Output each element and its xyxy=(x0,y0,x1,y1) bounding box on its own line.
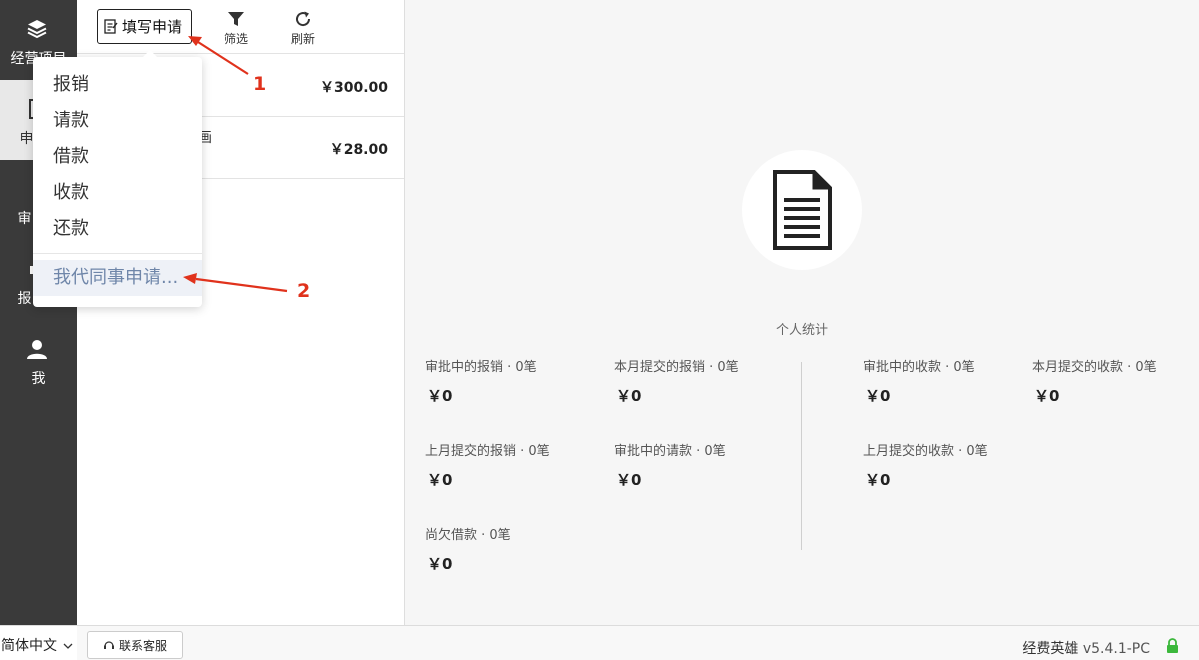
stat-item: 本月提交的报销 · 0笔 ￥0 xyxy=(614,356,784,406)
stat-label: 审批中的请款 · 0笔 xyxy=(614,444,726,459)
stats-divider xyxy=(801,362,802,550)
stat-value: ￥0 xyxy=(616,471,642,489)
app-version: 经费英雄 v5.4.1-PC xyxy=(1022,638,1150,658)
personal-stats-panel: 个人统计 审批中的报销 · 0笔 ￥0 本月提交的报销 · 0笔 ￥0 上月提交… xyxy=(405,0,1199,625)
stat-label: 尚欠借款 · 0笔 xyxy=(425,528,511,543)
language-label: 简体中文 xyxy=(1,638,57,654)
stat-value: ￥0 xyxy=(616,387,642,405)
stat-item: 尚欠借款 · 0笔 ￥0 xyxy=(425,524,595,574)
stat-value: ￥0 xyxy=(1034,387,1060,405)
contact-support-button[interactable]: 联系客服 xyxy=(87,631,183,659)
stat-item: 上月提交的报销 · 0笔 ￥0 xyxy=(425,440,595,490)
arrow-head-icon xyxy=(183,273,197,284)
stats-title: 个人统计 xyxy=(775,323,828,338)
annotation-arrow-2 xyxy=(195,277,288,293)
version-number: v5.4.1-PC xyxy=(1082,641,1150,657)
stat-value: ￥0 xyxy=(427,471,453,489)
contact-support-label: 联系客服 xyxy=(118,638,167,653)
brand-name: 经费英雄 xyxy=(1022,641,1079,657)
stat-item: 上月提交的收款 · 0笔 ￥0 xyxy=(863,440,1033,490)
stat-label: 本月提交的报销 · 0笔 xyxy=(614,360,739,375)
stat-value: ￥0 xyxy=(865,387,891,405)
annotation-arrow-1 xyxy=(197,41,249,75)
stat-label: 审批中的收款 · 0笔 xyxy=(863,360,975,375)
stat-label: 本月提交的收款 · 0笔 xyxy=(1032,360,1157,375)
stat-value: ￥0 xyxy=(865,471,891,489)
stat-item: 审批中的收款 · 0笔 ￥0 xyxy=(863,356,1033,406)
document-icon xyxy=(773,170,832,250)
stat-label: 上月提交的收款 · 0笔 xyxy=(863,444,988,459)
chevron-down-icon xyxy=(63,643,73,649)
footer-bar: 简体中文 联系客服 经费英雄 v5.4.1-PC xyxy=(0,625,1199,660)
stat-label: 审批中的报销 · 0笔 xyxy=(425,360,537,375)
annotation-label-1: 1 xyxy=(253,73,267,95)
annotation-label-2: 2 xyxy=(297,280,311,302)
headset-icon xyxy=(103,641,114,649)
stat-item: 本月提交的收款 · 0笔 ￥0 xyxy=(1032,356,1199,406)
stat-value: ￥0 xyxy=(427,387,453,405)
language-selector[interactable]: 简体中文 xyxy=(0,626,77,660)
stat-value: ￥0 xyxy=(427,555,453,573)
lock-icon xyxy=(1167,638,1178,653)
stat-item: 审批中的请款 · 0笔 ￥0 xyxy=(614,440,784,490)
empty-placeholder xyxy=(742,150,862,270)
stat-label: 上月提交的报销 · 0笔 xyxy=(425,444,550,459)
stat-item: 审批中的报销 · 0笔 ￥0 xyxy=(425,356,595,406)
